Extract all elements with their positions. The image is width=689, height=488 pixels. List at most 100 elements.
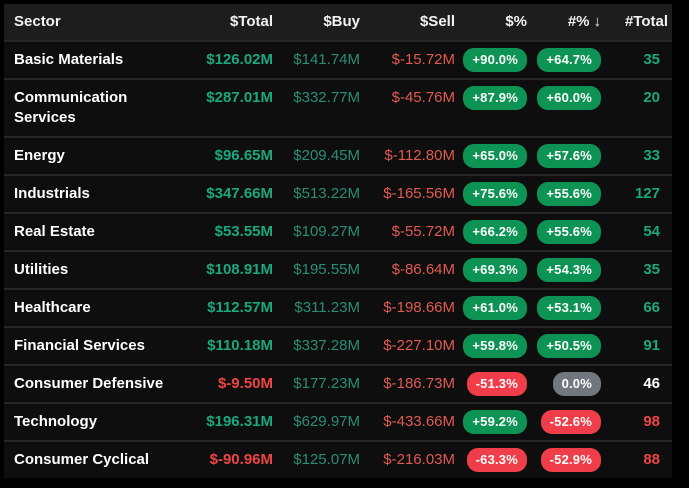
- cell-sell-value: $-112.80M: [362, 138, 457, 174]
- cell-total-value: $-90.96M: [186, 442, 275, 478]
- table-row[interactable]: Real Estate$53.55M$109.27M$-55.72M+66.2%…: [4, 214, 672, 250]
- dollar-pct-badge: +59.2%: [463, 410, 527, 434]
- cell-buy-value: $177.23M: [275, 366, 362, 402]
- cell-sector-name: Basic Materials: [4, 42, 186, 78]
- cell-buy-value: $125.07M: [275, 442, 362, 478]
- num-pct-badge: -52.9%: [541, 448, 601, 472]
- cell-total-count: 66: [603, 290, 672, 326]
- num-pct-badge: +60.0%: [537, 86, 601, 110]
- dollar-pct-badge: +75.6%: [463, 182, 527, 206]
- cell-buy-value: $195.55M: [275, 252, 362, 288]
- cell-sector-name: Energy: [4, 138, 186, 174]
- sector-flow-page: Sector$Total$Buy$Sell$%#%↓#Total Basic M…: [0, 0, 689, 488]
- column-header-label: #%: [568, 13, 590, 30]
- cell-sector-name: Financial Services: [4, 328, 186, 364]
- cell-total-count: 35: [603, 42, 672, 78]
- cell-sell-value: $-15.72M: [362, 42, 457, 78]
- table-row[interactable]: Utilities$108.91M$195.55M$-86.64M+69.3%+…: [4, 252, 672, 288]
- num-pct-badge: 0.0%: [553, 372, 601, 396]
- num-pct-badge-cell: +54.3%: [529, 252, 603, 288]
- column-header-label: #Total: [625, 13, 668, 30]
- cell-total-value: $-9.50M: [186, 366, 275, 402]
- table-row[interactable]: Consumer Defensive$-9.50M$177.23M$-186.7…: [4, 366, 672, 402]
- dollar-pct-badge-cell: -63.3%: [457, 442, 529, 478]
- cell-sector-name: Communication Services: [4, 80, 186, 136]
- column-header-buy[interactable]: $Buy: [275, 4, 362, 40]
- table-row[interactable]: Communication Services$287.01M$332.77M$-…: [4, 80, 672, 136]
- num-pct-badge: +50.5%: [537, 334, 601, 358]
- num-pct-badge-cell: +60.0%: [529, 80, 603, 116]
- table-row[interactable]: Industrials$347.66M$513.22M$-165.56M+75.…: [4, 176, 672, 212]
- cell-total-value: $287.01M: [186, 80, 275, 116]
- cell-sector-name: Real Estate: [4, 214, 186, 250]
- table-row[interactable]: Technology$196.31M$629.97M$-433.66M+59.2…: [4, 404, 672, 440]
- num-pct-badge: +53.1%: [537, 296, 601, 320]
- dollar-pct-badge: -51.3%: [467, 372, 527, 396]
- cell-buy-value: $141.74M: [275, 42, 362, 78]
- column-header-sector[interactable]: Sector: [4, 4, 186, 40]
- cell-total-value: $53.55M: [186, 214, 275, 250]
- cell-sector-name: Consumer Defensive: [4, 366, 186, 402]
- num-pct-badge-cell: +53.1%: [529, 290, 603, 326]
- column-header-label: Sector: [14, 13, 61, 30]
- cell-buy-value: $311.23M: [275, 290, 362, 326]
- cell-sell-value: $-45.76M: [362, 80, 457, 116]
- cell-sell-value: $-433.66M: [362, 404, 457, 440]
- dollar-pct-badge: +61.0%: [463, 296, 527, 320]
- num-pct-badge: +54.3%: [537, 258, 601, 282]
- num-pct-badge-cell: +50.5%: [529, 328, 603, 364]
- dollar-pct-badge-cell: +59.2%: [457, 404, 529, 440]
- column-header-num_pct[interactable]: #%↓: [529, 4, 603, 40]
- num-pct-badge-cell: +55.6%: [529, 176, 603, 212]
- cell-total-count: 20: [603, 80, 672, 116]
- table-row[interactable]: Consumer Cyclical$-90.96M$125.07M$-216.0…: [4, 442, 672, 478]
- column-header-total[interactable]: $Total: [186, 4, 275, 40]
- num-pct-badge-cell: 0.0%: [529, 366, 603, 402]
- cell-buy-value: $513.22M: [275, 176, 362, 212]
- cell-sector-name: Utilities: [4, 252, 186, 288]
- cell-total-value: $112.57M: [186, 290, 275, 326]
- cell-sell-value: $-86.64M: [362, 252, 457, 288]
- dollar-pct-badge: +69.3%: [463, 258, 527, 282]
- table-row[interactable]: Financial Services$110.18M$337.28M$-227.…: [4, 328, 672, 364]
- num-pct-badge: +57.6%: [537, 144, 601, 168]
- num-pct-badge: -52.6%: [541, 410, 601, 434]
- cell-total-count: 54: [603, 214, 672, 250]
- cell-total-value: $196.31M: [186, 404, 275, 440]
- cell-buy-value: $109.27M: [275, 214, 362, 250]
- dollar-pct-badge: +66.2%: [463, 220, 527, 244]
- sort-desc-icon: ↓: [594, 13, 602, 30]
- dollar-pct-badge-cell: +59.8%: [457, 328, 529, 364]
- dollar-pct-badge: +65.0%: [463, 144, 527, 168]
- cell-total-count: 46: [603, 366, 672, 402]
- dollar-pct-badge-cell: +65.0%: [457, 138, 529, 174]
- cell-total-value: $126.02M: [186, 42, 275, 78]
- cell-sell-value: $-55.72M: [362, 214, 457, 250]
- dollar-pct-badge-cell: +61.0%: [457, 290, 529, 326]
- cell-buy-value: $209.45M: [275, 138, 362, 174]
- cell-total-count: 88: [603, 442, 672, 478]
- dollar-pct-badge-cell: -51.3%: [457, 366, 529, 402]
- cell-total-count: 33: [603, 138, 672, 174]
- dollar-pct-badge-cell: +87.9%: [457, 80, 529, 116]
- dollar-pct-badge: +87.9%: [463, 86, 527, 110]
- column-header-sell[interactable]: $Sell: [362, 4, 457, 40]
- column-header-dollar_pct[interactable]: $%: [457, 4, 529, 40]
- column-header-count[interactable]: #Total: [603, 4, 672, 40]
- num-pct-badge: +64.7%: [537, 48, 601, 72]
- dollar-pct-badge: +59.8%: [463, 334, 527, 358]
- table-row[interactable]: Basic Materials$126.02M$141.74M$-15.72M +…: [4, 42, 672, 78]
- column-header-label: $Buy: [323, 13, 360, 30]
- cell-sell-value: $-216.03M: [362, 442, 457, 478]
- column-header-label: $%: [505, 13, 527, 30]
- table-row[interactable]: Healthcare$112.57M$311.23M$-198.66M+61.0…: [4, 290, 672, 326]
- column-header-label: $Total: [230, 13, 273, 30]
- cell-sector-name: Technology: [4, 404, 186, 440]
- cell-total-value: $110.18M: [186, 328, 275, 364]
- table-row[interactable]: Energy$96.65M$209.45M$-112.80M+65.0%+57.…: [4, 138, 672, 174]
- num-pct-badge-cell: -52.6%: [529, 404, 603, 440]
- num-pct-badge: +55.6%: [537, 182, 601, 206]
- dollar-pct-badge-cell: +69.3%: [457, 252, 529, 288]
- dollar-pct-badge-cell: +75.6%: [457, 176, 529, 212]
- cell-sector-name: Healthcare: [4, 290, 186, 326]
